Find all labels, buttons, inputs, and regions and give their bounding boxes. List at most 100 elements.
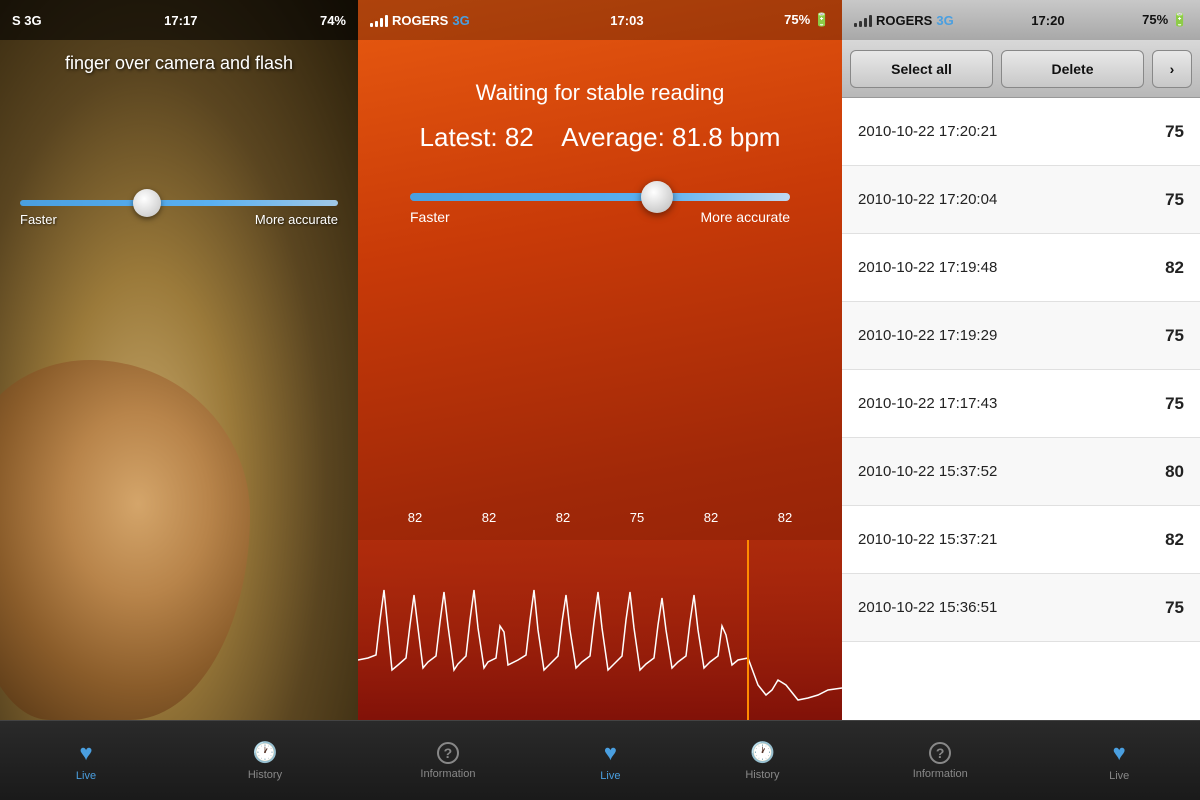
h-bar3 bbox=[864, 18, 867, 27]
h-bar2 bbox=[859, 21, 862, 27]
history-carrier-area: ROGERS 3G bbox=[854, 13, 954, 28]
status-bar-history: ROGERS 3G 17:20 75% 🔋 bbox=[842, 0, 1200, 40]
h-bar1 bbox=[854, 23, 857, 27]
history-datetime: 2010-10-22 17:20:04 bbox=[858, 191, 997, 208]
tab-info-label: Information bbox=[420, 768, 475, 780]
history-toolbar: Select all Delete › bbox=[842, 40, 1200, 98]
tab-history-reading[interactable]: 🕐 History bbox=[725, 732, 799, 789]
tab-bar-reading: ? Information ♥ Live 🕐 History bbox=[358, 720, 842, 800]
reading-slider-track[interactable] bbox=[410, 193, 790, 201]
speed-slider-area: Faster More accurate bbox=[20, 200, 338, 227]
history-datetime: 2010-10-22 17:17:43 bbox=[858, 395, 997, 412]
panel-reading: ROGERS 3G 17:03 75% 🔋 Waiting for stable… bbox=[358, 0, 842, 800]
beat-2: 82 bbox=[482, 510, 496, 525]
waiting-text: Waiting for stable reading bbox=[476, 80, 725, 106]
slider-labels: Faster More accurate bbox=[20, 212, 338, 227]
history-row[interactable]: 2010-10-22 17:19:29 75 bbox=[842, 302, 1200, 370]
history-bpm: 75 bbox=[1165, 122, 1184, 142]
bar3 bbox=[380, 18, 383, 27]
slider-thumb[interactable] bbox=[133, 189, 161, 217]
slider-track[interactable] bbox=[20, 200, 338, 206]
history-network: 3G bbox=[936, 13, 953, 28]
latest-value: 82 bbox=[505, 122, 534, 152]
signal-bars bbox=[370, 13, 388, 27]
history-carrier: ROGERS bbox=[876, 13, 932, 28]
bar2 bbox=[375, 21, 378, 27]
chart-beat-labels: 82 82 82 75 82 82 bbox=[358, 510, 842, 525]
latest-label: Latest: bbox=[420, 122, 498, 152]
history-datetime: 2010-10-22 15:37:52 bbox=[858, 463, 997, 480]
tab-live-camera[interactable]: ♥ Live bbox=[56, 732, 116, 790]
reading-values: Latest: 82 Average: 81.8 bpm bbox=[420, 122, 781, 153]
tab-live-history[interactable]: ♥ Live bbox=[1089, 732, 1149, 790]
average-value: 81.8 bpm bbox=[672, 122, 780, 152]
tab-live-reading-label: Live bbox=[600, 770, 620, 782]
history-battery: 75% 🔋 bbox=[1142, 12, 1188, 28]
battery-reading: 75% 🔋 bbox=[784, 12, 830, 28]
tab-live-history-label: Live bbox=[1109, 770, 1129, 782]
beat-3: 82 bbox=[556, 510, 570, 525]
clock-icon: 🕐 bbox=[253, 740, 278, 765]
tab-history-camera[interactable]: 🕐 History bbox=[228, 732, 302, 789]
history-signal-bars bbox=[854, 13, 872, 27]
tab-bar-history: ? Information ♥ Live bbox=[842, 720, 1200, 800]
history-row[interactable]: 2010-10-22 17:20:04 75 bbox=[842, 166, 1200, 234]
extra-button[interactable]: › bbox=[1152, 50, 1192, 88]
tab-history-label: History bbox=[248, 769, 282, 781]
history-bpm: 82 bbox=[1165, 530, 1184, 550]
history-row[interactable]: 2010-10-22 15:36:51 75 bbox=[842, 574, 1200, 642]
status-bar-camera: S 3G 17:17 74% bbox=[0, 0, 358, 40]
history-datetime: 2010-10-22 17:19:29 bbox=[858, 327, 997, 344]
history-row[interactable]: 2010-10-22 17:20:21 75 bbox=[842, 98, 1200, 166]
history-datetime: 2010-10-22 15:37:21 bbox=[858, 531, 997, 548]
carrier-label: S 3G bbox=[12, 13, 42, 28]
beat-1: 82 bbox=[408, 510, 422, 525]
h-bar4 bbox=[869, 15, 872, 27]
carrier-name: ROGERS bbox=[392, 13, 448, 28]
clock-icon-reading: 🕐 bbox=[750, 740, 775, 765]
average-label: Average: bbox=[561, 122, 665, 152]
history-bpm: 82 bbox=[1165, 258, 1184, 278]
beat-6: 82 bbox=[778, 510, 792, 525]
tab-live-reading[interactable]: ♥ Live bbox=[580, 732, 640, 790]
history-datetime: 2010-10-22 17:20:21 bbox=[858, 123, 997, 140]
accurate-label: More accurate bbox=[255, 212, 338, 227]
select-all-button[interactable]: Select all bbox=[850, 50, 993, 88]
reading-slider-labels: Faster More accurate bbox=[410, 209, 790, 225]
tab-info-history-label: Information bbox=[913, 768, 968, 780]
tab-bar-camera: ♥ Live 🕐 History bbox=[0, 720, 358, 800]
history-time: 17:20 bbox=[1031, 13, 1064, 28]
history-heart-icon: ♥ bbox=[1113, 740, 1126, 766]
faster-label: Faster bbox=[20, 212, 57, 227]
history-bpm: 75 bbox=[1165, 598, 1184, 618]
tab-live-label: Live bbox=[76, 770, 96, 782]
status-bar-reading: ROGERS 3G 17:03 75% 🔋 bbox=[358, 0, 842, 40]
beat-5: 82 bbox=[704, 510, 718, 525]
history-row[interactable]: 2010-10-22 15:37:52 80 bbox=[842, 438, 1200, 506]
tab-history-reading-label: History bbox=[745, 769, 779, 781]
reading-faster-label: Faster bbox=[410, 209, 450, 225]
history-list: 2010-10-22 17:20:21 75 2010-10-22 17:20:… bbox=[842, 98, 1200, 720]
history-row[interactable]: 2010-10-22 15:37:21 82 bbox=[842, 506, 1200, 574]
delete-button[interactable]: Delete bbox=[1001, 50, 1144, 88]
tab-info-history[interactable]: ? Information bbox=[893, 734, 988, 788]
history-bpm: 75 bbox=[1165, 394, 1184, 414]
chart-svg bbox=[358, 540, 842, 720]
history-row[interactable]: 2010-10-22 17:19:48 82 bbox=[842, 234, 1200, 302]
carrier-area: ROGERS 3G bbox=[370, 13, 470, 28]
reading-slider-area: Faster More accurate bbox=[410, 193, 790, 225]
reading-accurate-label: More accurate bbox=[701, 209, 790, 225]
panel-camera: S 3G 17:17 74% finger over camera and fl… bbox=[0, 0, 358, 800]
network-type: 3G bbox=[452, 13, 469, 28]
history-datetime: 2010-10-22 17:19:48 bbox=[858, 259, 997, 276]
battery-label: 74% bbox=[320, 13, 346, 28]
beat-4: 75 bbox=[630, 510, 644, 525]
camera-instruction: finger over camera and flash bbox=[0, 45, 358, 82]
heartrate-chart: 82 82 82 75 82 82 bbox=[358, 500, 842, 720]
bar4 bbox=[385, 15, 388, 27]
history-bpm: 80 bbox=[1165, 462, 1184, 482]
reading-slider-thumb[interactable] bbox=[641, 181, 673, 213]
history-datetime: 2010-10-22 15:36:51 bbox=[858, 599, 997, 616]
history-row[interactable]: 2010-10-22 17:17:43 75 bbox=[842, 370, 1200, 438]
tab-info-reading[interactable]: ? Information bbox=[400, 734, 495, 788]
